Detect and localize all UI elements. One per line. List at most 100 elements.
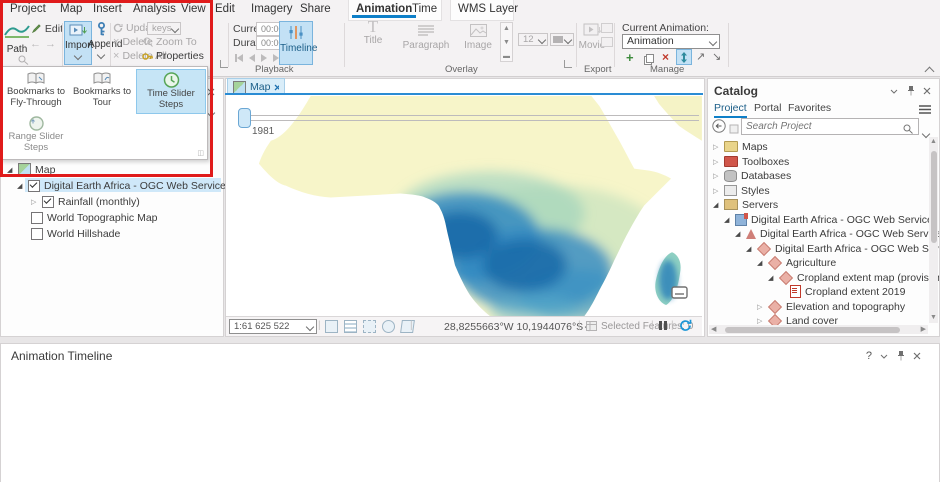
- edit-animation-button[interactable]: Edit: [31, 23, 63, 35]
- pause-drawing-icon[interactable]: [659, 321, 667, 330]
- tab-share[interactable]: Share: [300, 3, 331, 15]
- tab-animation[interactable]: Animation: [351, 3, 417, 18]
- import-dropdown-chevron[interactable]: [73, 51, 83, 61]
- catalog-vertical-scrollbar[interactable]: ▲ ▼: [929, 137, 938, 323]
- overview-icon[interactable]: [671, 286, 688, 304]
- contents-search-chevron[interactable]: [206, 103, 216, 121]
- overlay-group-launcher[interactable]: [564, 60, 572, 68]
- search-icon[interactable]: [903, 121, 913, 139]
- catalog-item-cropland-map[interactable]: ◢ Cropland extent map (provisional): [768, 270, 939, 285]
- catalog-item-databases[interactable]: ▷ Databases: [713, 169, 791, 182]
- overlay-font-color-combo[interactable]: [550, 33, 574, 46]
- timeline-close-icon[interactable]: [913, 352, 921, 360]
- catalog-pin-icon[interactable]: [906, 86, 915, 96]
- catalog-item-server-connection[interactable]: ◢ Digital Earth Africa - OGC Web Services…: [724, 212, 939, 226]
- menu-item-bookmarks-fly-through[interactable]: Bookmarks to Fly-Through: [4, 69, 68, 112]
- tab-time[interactable]: Time: [412, 3, 437, 15]
- delete-animation-icon[interactable]: ×: [662, 50, 669, 64]
- timeline-menu-chevron-icon[interactable]: [880, 354, 888, 359]
- catalog-tab-project[interactable]: Project: [714, 102, 747, 118]
- time-slider-track[interactable]: [239, 115, 699, 121]
- next-keyframe-arrow-icon[interactable]: →: [45, 38, 56, 50]
- skip-to-start-icon[interactable]: [235, 54, 243, 62]
- catalog-item-cropland-2019[interactable]: Cropland extent 2019: [790, 285, 905, 298]
- layer-label: World Topographic Map: [47, 211, 158, 224]
- zoom-to-button[interactable]: Zoom To: [143, 36, 197, 48]
- properties-button[interactable]: Properties: [142, 50, 204, 62]
- contents-layer-hillshade[interactable]: World Hillshade: [31, 227, 120, 240]
- sort-descending-icon[interactable]: ↘: [712, 50, 721, 63]
- attribute-table-icon[interactable]: [344, 320, 357, 333]
- tab-view[interactable]: View: [181, 3, 206, 15]
- tab-map[interactable]: Map: [60, 3, 82, 15]
- menu-item-range-slider-steps[interactable]: Range Slider Steps: [4, 113, 68, 156]
- add-animation-icon[interactable]: +: [626, 50, 634, 65]
- layer-checkbox[interactable]: [31, 211, 43, 224]
- timeline-help-icon[interactable]: ?: [866, 350, 872, 362]
- layer-checkbox[interactable]: [28, 179, 40, 192]
- swipe-icon[interactable]: [363, 320, 376, 333]
- catalog-tab-portal[interactable]: Portal: [754, 102, 781, 114]
- catalog-back-icon[interactable]: [712, 119, 726, 138]
- catalog-hamburger-icon[interactable]: [919, 101, 931, 119]
- tab-project[interactable]: Project: [10, 3, 46, 15]
- layer-checkbox[interactable]: [42, 195, 54, 208]
- sort-ascending-icon[interactable]: ↗: [696, 50, 705, 63]
- expander-icon[interactable]: ◢: [7, 166, 14, 174]
- contents-close-icon[interactable]: [207, 83, 215, 101]
- overlay-font-size-combo[interactable]: 12: [518, 33, 548, 46]
- catalog-tab-favorites[interactable]: Favorites: [788, 102, 831, 114]
- append-dropdown-chevron[interactable]: [96, 50, 106, 60]
- tab-analysis[interactable]: Analysis: [133, 3, 176, 15]
- time-slider-handle[interactable]: [238, 108, 251, 128]
- tab-edit[interactable]: Edit: [215, 3, 235, 15]
- contents-layer-topographic[interactable]: World Topographic Map: [31, 211, 158, 224]
- edit-group-launcher[interactable]: [220, 60, 228, 68]
- tab-wms-layer[interactable]: WMS Layer: [458, 3, 518, 15]
- menu-resize-grip[interactable]: ◫: [197, 149, 204, 157]
- export-preview-icon[interactable]: [601, 37, 613, 47]
- map-canvas[interactable]: 1981: [226, 96, 702, 316]
- crosshair-icon[interactable]: [382, 320, 395, 333]
- notification-icon[interactable]: [400, 320, 415, 333]
- catalog-item-wms-group[interactable]: ◢Digital Earth Africa - OGC Web Services: [746, 241, 939, 256]
- catalog-menu-chevron-icon[interactable]: [890, 89, 898, 94]
- menu-item-time-slider-steps[interactable]: Time Slider Steps: [136, 69, 206, 114]
- database-icon: [724, 169, 737, 182]
- move-keyframe-icon[interactable]: [676, 49, 692, 65]
- tab-insert[interactable]: Insert: [93, 3, 122, 15]
- expander-icon[interactable]: ▷: [31, 198, 38, 206]
- menu-item-bookmarks-to-tour[interactable]: Bookmarks to Tour: [70, 69, 134, 112]
- scale-combo[interactable]: 1:61 625 522: [229, 319, 317, 334]
- catalog-item-agriculture[interactable]: ◢ Agriculture: [757, 255, 836, 270]
- refresh-icon[interactable]: [679, 319, 692, 335]
- catalog-item-servers[interactable]: ◢ Servers: [713, 198, 778, 211]
- timeline-pin-icon[interactable]: [896, 351, 905, 361]
- export-frame-icon[interactable]: [601, 23, 613, 33]
- map-tab-close-icon[interactable]: [274, 84, 279, 91]
- catalog-search-input[interactable]: [741, 118, 919, 135]
- contents-layer-rainfall[interactable]: ▷ Rainfall (monthly): [31, 195, 140, 208]
- catalog-item-styles[interactable]: ▷ Styles: [713, 184, 770, 197]
- catalog-item-toolboxes[interactable]: ▷ Toolboxes: [713, 155, 789, 168]
- layer-checkbox[interactable]: [31, 227, 43, 240]
- contents-map-item[interactable]: ◢ Map: [7, 163, 55, 176]
- overlay-gallery-scrollbar[interactable]: ▲ ▼ ▬: [500, 22, 513, 62]
- contents-layer-dea[interactable]: ◢ Digital Earth Africa - OGC Web Service…: [17, 179, 231, 192]
- keys-combo[interactable]: keys: [147, 22, 181, 35]
- prev-keyframe-arrow-icon[interactable]: ←: [30, 38, 41, 50]
- timeline-toggle-button[interactable]: Timeline: [279, 21, 317, 65]
- current-animation-combo[interactable]: Animation: [622, 34, 720, 49]
- catalog-close-icon[interactable]: [923, 87, 931, 95]
- overlay-title-button[interactable]: T Title: [352, 18, 394, 46]
- catalog-item-maps[interactable]: ▷ Maps: [713, 140, 768, 153]
- expander-icon[interactable]: ◢: [17, 182, 24, 190]
- catalog-item-wms-service[interactable]: ◢ Digital Earth Africa - OGC Web Services: [735, 227, 939, 240]
- catalog-horizontal-scrollbar[interactable]: ◀ ▶: [709, 325, 928, 334]
- overlay-image-button[interactable]: Image: [458, 21, 498, 51]
- catalog-item-elevation[interactable]: ▷ Elevation and topography: [757, 299, 905, 314]
- overlay-paragraph-button[interactable]: Paragraph: [400, 21, 452, 51]
- tab-imagery[interactable]: Imagery: [251, 3, 293, 15]
- add-bookmark-icon[interactable]: [325, 320, 338, 333]
- coordinates-readout[interactable]: 28,8255663°W 10,1944076°S: [444, 321, 594, 333]
